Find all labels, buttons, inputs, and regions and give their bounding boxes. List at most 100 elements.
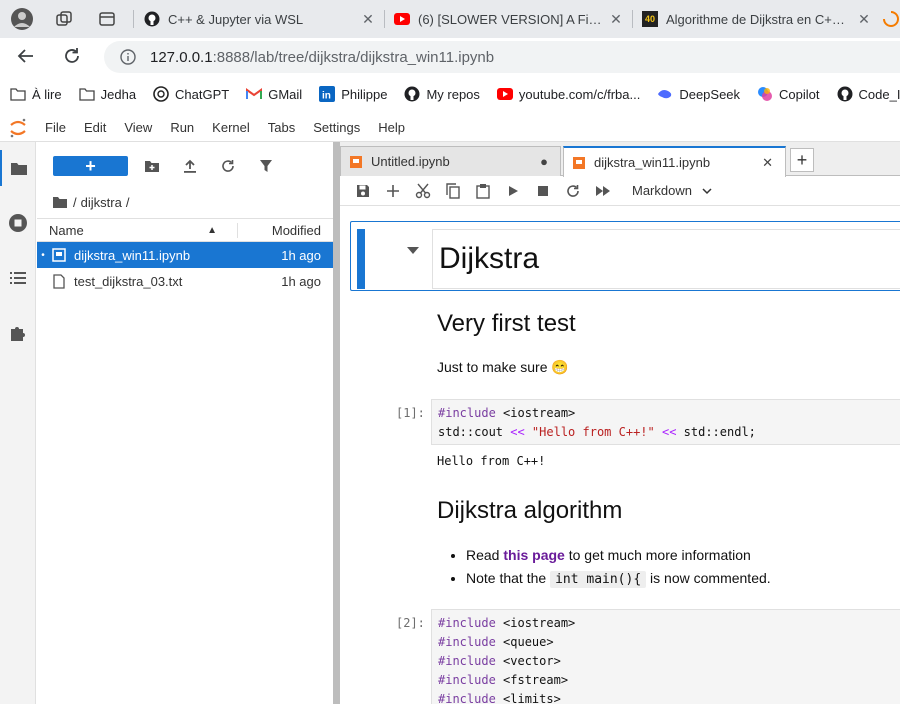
code-cell-1[interactable]: #include <iostream> std::cout << "Hello … [431, 399, 900, 445]
cut-icon[interactable] [408, 179, 438, 203]
upload-icon[interactable] [172, 152, 208, 180]
cell-output-1: Hello from C++! [437, 454, 546, 468]
youtube-icon [496, 86, 513, 102]
refresh-icon[interactable] [210, 152, 246, 180]
profile-avatar-icon[interactable] [10, 7, 34, 31]
column-name-header[interactable]: Name ▲ [37, 223, 237, 238]
tab-actions-icon[interactable] [95, 7, 119, 31]
list-text: to get much more information [564, 547, 751, 563]
file-browser-folder-icon[interactable] [0, 150, 36, 186]
menu-kernel[interactable]: Kernel [203, 120, 259, 135]
file-modified: 1h ago [281, 273, 321, 289]
running-sessions-icon[interactable] [0, 205, 36, 241]
bookmark-philippe[interactable]: in Philippe [319, 86, 387, 102]
filter-icon[interactable] [248, 152, 284, 180]
bookmark-youtube[interactable]: youtube.com/c/frba... [496, 86, 640, 102]
reload-icon[interactable] [60, 44, 84, 68]
workspaces-icon[interactable] [52, 7, 76, 31]
copy-icon[interactable] [438, 179, 468, 203]
breadcrumb-folder[interactable]: dijkstra [81, 195, 122, 210]
menu-tabs[interactable]: Tabs [259, 120, 304, 135]
insert-cell-icon[interactable] [378, 179, 408, 203]
file-row-dijkstra-notebook[interactable]: • dijkstra_win11.ipynb 1h ago [37, 242, 333, 268]
menu-run[interactable]: Run [161, 120, 203, 135]
doc-tab-untitled[interactable]: Untitled.ipynb ● [340, 146, 561, 176]
column-modified-header[interactable]: Modified [237, 222, 333, 238]
code-token: std::cout [438, 425, 511, 439]
file-browser-toolbar: + [37, 142, 333, 190]
file-modified: 1h ago [281, 247, 321, 263]
heading-dijkstra: Dijkstra [439, 242, 540, 275]
back-arrow-icon[interactable] [14, 44, 38, 68]
doc-tab-label: Untitled.ipynb [371, 154, 450, 169]
bookmark-chatgpt[interactable]: ChatGPT [153, 86, 229, 102]
panel-splitter[interactable] [333, 142, 340, 704]
paragraph-just-to-make-sure: Just to make sure 😁 [437, 359, 569, 375]
bookmark-copilot[interactable]: Copilot [757, 86, 820, 102]
menu-help[interactable]: Help [369, 120, 414, 135]
github-icon [144, 11, 160, 27]
this-page-link[interactable]: this page [503, 547, 564, 563]
extension-manager-puzzle-icon[interactable] [0, 315, 36, 351]
markdown-cell-content[interactable]: Dijkstra [432, 229, 900, 289]
url-path: :8888/lab/tree/dijkstra/dijkstra_win11.i… [212, 48, 495, 66]
close-tab-icon[interactable]: ✕ [762, 155, 773, 171]
new-launcher-button[interactable]: + [53, 156, 128, 176]
table-of-contents-icon[interactable] [0, 260, 36, 296]
bookmark-label: Jedha [100, 86, 137, 102]
close-tab-icon[interactable]: ✕ [608, 11, 624, 28]
collapse-heading-icon[interactable] [407, 246, 419, 258]
file-row-test-txt[interactable]: test_dijkstra_03.txt 1h ago [37, 268, 333, 294]
notebook-toolbar: Markdown [340, 176, 900, 206]
cell-type-dropdown[interactable]: Markdown [632, 183, 712, 198]
code-token: << [510, 425, 525, 439]
bookmark-a-lire[interactable]: À lire [10, 86, 62, 102]
loading-tab-icon[interactable] [882, 7, 900, 31]
text-file-icon [51, 273, 67, 289]
menu-edit[interactable]: Edit [75, 120, 115, 135]
code-token: <queue> [495, 635, 554, 649]
bookmark-code-itv[interactable]: Code_ITV [837, 86, 900, 102]
restart-kernel-icon[interactable] [558, 179, 588, 203]
folder-icon [78, 86, 95, 102]
inline-code: int main(){ [550, 571, 647, 588]
bookmark-label: ChatGPT [175, 86, 230, 102]
tab-separator [133, 10, 134, 28]
site-info-icon[interactable] [120, 49, 136, 65]
close-tab-icon[interactable]: ✕ [856, 11, 872, 28]
code-cell-2[interactable]: #include <iostream> #include <queue> #in… [431, 609, 900, 704]
menu-file[interactable]: File [36, 120, 75, 135]
cell-selection-bar [357, 229, 365, 289]
bookmarks-bar: À lire Jedha ChatGPT GMail in Philippe M… [0, 80, 900, 108]
add-tab-button[interactable]: + [790, 148, 814, 172]
bullet-list: Read this page to get much more informat… [466, 544, 771, 591]
url-host: 127.0.0.1 [150, 48, 213, 66]
close-tab-icon[interactable]: ✕ [360, 11, 376, 28]
restart-run-all-icon[interactable] [588, 179, 618, 203]
run-cell-icon[interactable] [498, 179, 528, 203]
doc-tab-dijkstra[interactable]: dijkstra_win11.ipynb ✕ [563, 146, 786, 177]
breadcrumb-root[interactable]: / [73, 195, 77, 210]
save-icon[interactable] [348, 179, 378, 203]
menu-settings[interactable]: Settings [304, 120, 369, 135]
bookmark-label: Philippe [341, 86, 388, 102]
browser-tab-1[interactable]: C++ & Jupyter via WSL ✕ [136, 0, 384, 38]
list-text: Note that the [466, 570, 551, 586]
unsaved-dot-icon[interactable]: ● [540, 154, 548, 169]
folder-icon[interactable] [53, 196, 67, 208]
active-markdown-cell[interactable]: Dijkstra [350, 221, 900, 291]
menu-view[interactable]: View [115, 120, 161, 135]
bookmark-gmail[interactable]: GMail [246, 86, 302, 102]
stop-kernel-icon[interactable] [528, 179, 558, 203]
code-token: #include [438, 692, 496, 704]
browser-tab-3[interactable]: 40 Algorithme de Dijkstra en C++ | 4 ✕ [634, 0, 880, 38]
browser-tab-2[interactable]: (6) [SLOWER VERSION] A Firehose ✕ [386, 0, 632, 38]
paste-icon[interactable] [468, 179, 498, 203]
svg-text:in: in [322, 91, 331, 102]
new-folder-icon[interactable] [134, 152, 170, 180]
bookmark-my-repos[interactable]: My repos [404, 86, 480, 102]
tab-separator [384, 10, 385, 28]
url-bar[interactable]: 127.0.0.1:8888/lab/tree/dijkstra/dijkstr… [104, 41, 900, 73]
bookmark-jedha[interactable]: Jedha [78, 86, 137, 102]
bookmark-deepseek[interactable]: DeepSeek [657, 86, 740, 102]
